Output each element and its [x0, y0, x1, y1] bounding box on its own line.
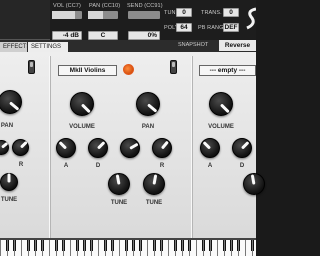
panel-divider-2 [191, 56, 193, 238]
white-key[interactable] [7, 240, 8, 256]
slot2-volume-knob[interactable] [70, 92, 94, 116]
white-key[interactable] [147, 240, 148, 256]
white-key[interactable] [224, 240, 225, 256]
tune-value-field[interactable]: 0 [176, 8, 192, 17]
slot3-volume-knob[interactable] [209, 92, 233, 116]
pan-value-field[interactable]: C [88, 31, 118, 40]
white-key[interactable] [14, 240, 15, 256]
white-key[interactable] [189, 240, 190, 256]
white-key[interactable] [161, 240, 162, 256]
slot2-a-knob[interactable] [56, 138, 76, 158]
slot1-r-knob[interactable] [12, 139, 29, 156]
snapshot-select[interactable]: Reverse [219, 40, 256, 51]
white-key[interactable] [140, 240, 141, 256]
white-key[interactable] [196, 240, 197, 256]
slot3-volume-label: VOLUME [208, 124, 234, 130]
tab-effects[interactable]: EFFECTS [0, 42, 27, 52]
white-key[interactable] [175, 240, 176, 256]
white-key[interactable] [70, 240, 71, 256]
slot2-fine-tune-knob[interactable] [143, 173, 165, 195]
white-key[interactable] [231, 240, 232, 256]
white-key[interactable] [154, 240, 155, 256]
white-key[interactable] [98, 240, 99, 256]
vol-value-field[interactable]: -4 dB [52, 31, 82, 40]
white-key[interactable] [217, 240, 218, 256]
white-key[interactable] [203, 240, 204, 256]
vol-slider-fill [52, 11, 76, 19]
vol-label: VOL (CC7) [53, 3, 81, 9]
white-key[interactable] [63, 240, 64, 256]
slot2-r-label: R [159, 163, 165, 169]
white-key[interactable] [91, 240, 92, 256]
white-key[interactable] [112, 240, 113, 256]
pan-slider-fill [88, 11, 103, 19]
slot2-instrument-name[interactable]: MkII Violins [58, 65, 117, 76]
white-key[interactable] [245, 240, 246, 256]
slot2-fine-tune-label: TUNE [145, 200, 163, 206]
slot3-tune-knob[interactable] [243, 173, 265, 195]
white-key[interactable] [42, 240, 43, 256]
slot1-tune-knob[interactable] [0, 173, 18, 191]
slot2-d-knob[interactable] [88, 138, 108, 158]
white-key[interactable] [77, 240, 78, 256]
white-key[interactable] [168, 240, 169, 256]
send-value-field[interactable]: 0% [128, 31, 160, 40]
pan-label: PAN (CC10) [89, 3, 121, 9]
snapshot-label: SNAPSHOT [178, 42, 209, 48]
slot2-tune-knob[interactable] [108, 173, 130, 195]
slot2-pan-label: PAN [141, 124, 155, 130]
pan-slider[interactable] [88, 11, 118, 19]
slot2-volume-label: VOLUME [69, 124, 95, 130]
white-key[interactable] [28, 240, 29, 256]
logo [244, 6, 257, 32]
white-key[interactable] [21, 240, 22, 256]
slot2-a-label: A [63, 163, 69, 169]
white-key[interactable] [105, 240, 106, 256]
slot3-instrument-name[interactable]: --- empty --- [199, 65, 256, 76]
slot2-toggle[interactable] [170, 60, 177, 74]
pbrange-value-field[interactable]: DEF [223, 23, 239, 32]
logo-mark-icon [246, 7, 257, 30]
white-key[interactable] [252, 240, 253, 256]
white-key[interactable] [49, 240, 50, 256]
white-key[interactable] [238, 240, 239, 256]
tab-row: EFFECTS SETTINGS [0, 40, 256, 52]
white-key[interactable] [0, 240, 1, 256]
trans-label: TRANS. [201, 10, 222, 16]
slot2-active-led[interactable] [123, 64, 134, 75]
white-key[interactable] [56, 240, 57, 256]
white-key[interactable] [133, 240, 134, 256]
slot2-s-knob[interactable] [120, 138, 140, 158]
slot2-d-label: D [95, 163, 101, 169]
send-label: SEND (CC91) [127, 3, 163, 9]
slot3-d-label: D [239, 163, 245, 169]
slot1-toggle[interactable] [28, 60, 35, 74]
white-key[interactable] [35, 240, 36, 256]
slot1-pan-label: PAN [0, 123, 14, 129]
slot3-a-knob[interactable] [200, 138, 220, 158]
slot2-tune-label: TUNE [110, 200, 128, 206]
vol-slider[interactable] [52, 11, 82, 19]
slot2-pan-knob[interactable] [136, 92, 160, 116]
slot3-d-knob[interactable] [232, 138, 252, 158]
piano-keyboard[interactable] [0, 238, 256, 256]
white-key[interactable] [84, 240, 85, 256]
white-key[interactable] [210, 240, 211, 256]
send-slider[interactable] [128, 11, 160, 19]
slot3-a-label: A [207, 163, 213, 169]
white-key[interactable] [126, 240, 127, 256]
white-key[interactable] [182, 240, 183, 256]
header-bar: VOL (CC7) -4 dB PAN (CC10) C SEND (CC91)… [0, 0, 257, 40]
header-left-tab [0, 0, 50, 40]
white-key[interactable] [119, 240, 120, 256]
trans-value-field[interactable]: 0 [223, 8, 239, 17]
slot2-r-knob[interactable] [152, 138, 172, 158]
slot1-r-label: R [18, 162, 24, 168]
panel-divider-1 [49, 56, 51, 238]
poly-value-field[interactable]: 64 [176, 23, 192, 32]
slot1-tune-label: TUNE [0, 197, 18, 203]
tab-settings[interactable]: SETTINGS [28, 42, 68, 52]
